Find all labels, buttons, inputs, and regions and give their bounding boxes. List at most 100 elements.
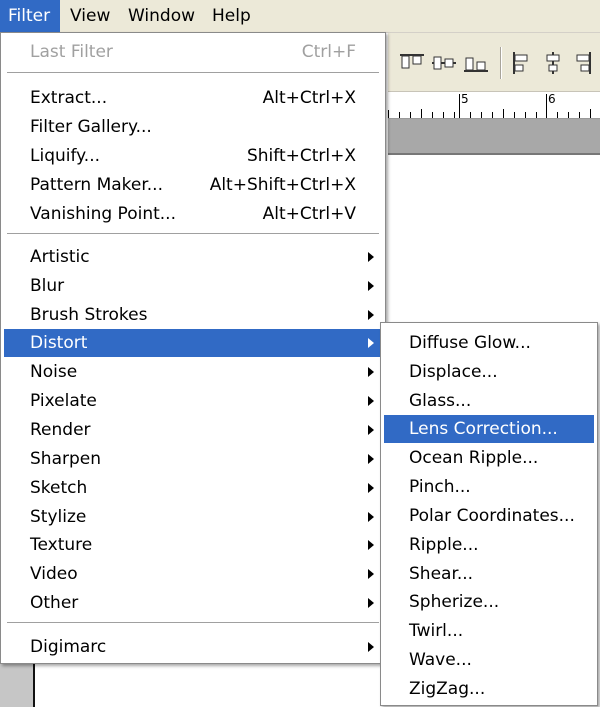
- menu-item-vanishing-point[interactable]: Vanishing Point... Alt+Ctrl+V: [4, 200, 382, 228]
- menu-item-label: Last Filter: [30, 42, 113, 62]
- menu-item-shortcut: Ctrl+F: [301, 42, 356, 62]
- submenu-arrow-icon: [368, 540, 374, 550]
- menu-item-label: Texture: [30, 535, 93, 555]
- menu-separator: [7, 72, 379, 74]
- menu-item-stylize[interactable]: Stylize: [4, 503, 382, 531]
- submenu-arrow-icon: [368, 483, 374, 493]
- menu-item-label: Distort: [30, 333, 88, 353]
- options-toolbar: [388, 33, 600, 92]
- menu-item-label: Extract...: [30, 88, 108, 108]
- menu-filter[interactable]: Filter: [0, 0, 60, 32]
- align-right-edges-icon[interactable]: [572, 52, 594, 74]
- menu-item-label: Glass...: [409, 391, 472, 411]
- submenu-arrow-icon: [368, 598, 374, 608]
- menu-item-label: Pinch...: [409, 477, 471, 497]
- submenu-arrow-icon: [368, 281, 374, 291]
- menu-item-render[interactable]: Render: [4, 416, 382, 444]
- menu-item-liquify[interactable]: Liquify... Shift+Ctrl+X: [4, 142, 382, 170]
- menu-item-sharpen[interactable]: Sharpen: [4, 445, 382, 473]
- menu-item-label: Wave...: [409, 650, 472, 670]
- menu-item-label: Blur: [30, 276, 65, 296]
- menu-help[interactable]: Help: [204, 0, 259, 32]
- menu-item-label: Diffuse Glow...: [409, 333, 531, 353]
- ruler-label: 6: [548, 92, 556, 106]
- menu-item-pattern-maker[interactable]: Pattern Maker... Alt+Shift+Ctrl+X: [4, 171, 382, 199]
- menu-item-sketch[interactable]: Sketch: [4, 474, 382, 502]
- menu-item-label: Sketch: [30, 478, 88, 498]
- menu-item-filter-gallery[interactable]: Filter Gallery...: [4, 113, 382, 141]
- submenu-item-lens-correction[interactable]: Lens Correction...: [384, 415, 594, 443]
- menu-item-extract[interactable]: Extract... Alt+Ctrl+X: [4, 84, 382, 112]
- menu-item-artistic[interactable]: Artistic: [4, 243, 382, 271]
- ruler-ticks: [388, 94, 591, 118]
- menu-item-shortcut: Alt+Ctrl+X: [262, 88, 356, 108]
- menu-window[interactable]: Window: [120, 0, 203, 32]
- submenu-item-glass[interactable]: Glass...: [384, 387, 594, 415]
- menu-item-digimarc[interactable]: Digimarc: [4, 633, 382, 661]
- menu-item-label: ZigZag...: [409, 679, 486, 699]
- menu-view[interactable]: View: [62, 0, 118, 32]
- menu-item-pixelate[interactable]: Pixelate: [4, 387, 382, 415]
- menu-separator: [7, 622, 379, 624]
- ruler-label: 5: [461, 92, 469, 106]
- menu-item-video[interactable]: Video: [4, 560, 382, 588]
- menu-item-shortcut: Alt+Shift+Ctrl+X: [209, 175, 356, 195]
- submenu-item-wave[interactable]: Wave...: [384, 646, 594, 674]
- submenu-item-spherize[interactable]: Spherize...: [384, 588, 594, 616]
- menu-item-label: Displace...: [409, 362, 498, 382]
- menu-item-label: Video: [30, 564, 78, 584]
- submenu-arrow-icon: [368, 425, 374, 435]
- menu-item-label: Filter Gallery...: [30, 117, 152, 137]
- submenu-item-pinch[interactable]: Pinch...: [384, 473, 594, 501]
- submenu-arrow-icon: [368, 396, 374, 406]
- menu-item-label: Sharpen: [30, 449, 101, 469]
- submenu-arrow-icon: [368, 252, 374, 262]
- submenu-item-ripple[interactable]: Ripple...: [384, 531, 594, 559]
- align-top-edges-icon[interactable]: [398, 52, 426, 74]
- menu-item-blur[interactable]: Blur: [4, 272, 382, 300]
- document-title-bar[interactable]: [388, 119, 600, 155]
- submenu-item-ocean-ripple[interactable]: Ocean Ripple...: [384, 444, 594, 472]
- menu-item-label: Noise: [30, 362, 78, 382]
- menu-item-brush-strokes[interactable]: Brush Strokes: [4, 301, 382, 329]
- menu-item-distort[interactable]: Distort: [4, 329, 382, 357]
- submenu-arrow-icon: [368, 569, 374, 579]
- menu-item-label: Vanishing Point...: [30, 204, 176, 224]
- menu-item-label: Shear...: [409, 564, 474, 584]
- align-bottom-edges-icon[interactable]: [462, 52, 490, 74]
- menu-item-label: Render: [30, 420, 91, 440]
- align-horizontal-centers-icon[interactable]: [542, 52, 564, 74]
- submenu-arrow-icon: [368, 512, 374, 522]
- submenu-item-twirl[interactable]: Twirl...: [384, 617, 594, 645]
- menu-item-label: Liquify...: [30, 146, 101, 166]
- menu-item-label: Pattern Maker...: [30, 175, 163, 195]
- submenu-item-zigzag[interactable]: ZigZag...: [384, 675, 594, 703]
- menu-item-label: Spherize...: [409, 592, 500, 612]
- menu-item-last-filter: Last Filter Ctrl+F: [4, 38, 382, 66]
- align-left-edges-icon[interactable]: [510, 52, 532, 74]
- submenu-arrow-icon: [368, 642, 374, 652]
- menu-item-other[interactable]: Other: [4, 589, 382, 617]
- menu-item-label: Ocean Ripple...: [409, 448, 539, 468]
- menu-item-label: Pixelate: [30, 391, 97, 411]
- submenu-item-displace[interactable]: Displace...: [384, 358, 594, 386]
- menu-item-label: Digimarc: [30, 637, 107, 657]
- menu-item-label: Stylize: [30, 507, 87, 527]
- menu-item-noise[interactable]: Noise: [4, 358, 382, 386]
- align-vertical-centers-icon[interactable]: [430, 52, 458, 74]
- menu-item-label: Polar Coordinates...: [409, 506, 575, 526]
- submenu-item-diffuse-glow[interactable]: Diffuse Glow...: [384, 329, 594, 357]
- distort-submenu: Diffuse Glow... Displace... Glass... Len…: [380, 322, 598, 706]
- menu-item-shortcut: Alt+Ctrl+V: [262, 204, 356, 224]
- menu-bar: Filter View Window Help: [0, 0, 600, 33]
- submenu-arrow-icon: [368, 310, 374, 320]
- submenu-arrow-icon: [368, 454, 374, 464]
- menu-item-label: Brush Strokes: [30, 305, 148, 325]
- submenu-arrow-icon: [368, 338, 374, 348]
- menu-item-texture[interactable]: Texture: [4, 531, 382, 559]
- menu-item-label: Other: [30, 593, 79, 613]
- submenu-item-shear[interactable]: Shear...: [384, 560, 594, 588]
- menu-item-label: Twirl...: [409, 621, 464, 641]
- submenu-item-polar-coordinates[interactable]: Polar Coordinates...: [384, 502, 594, 530]
- horizontal-ruler: 5 6: [388, 92, 600, 119]
